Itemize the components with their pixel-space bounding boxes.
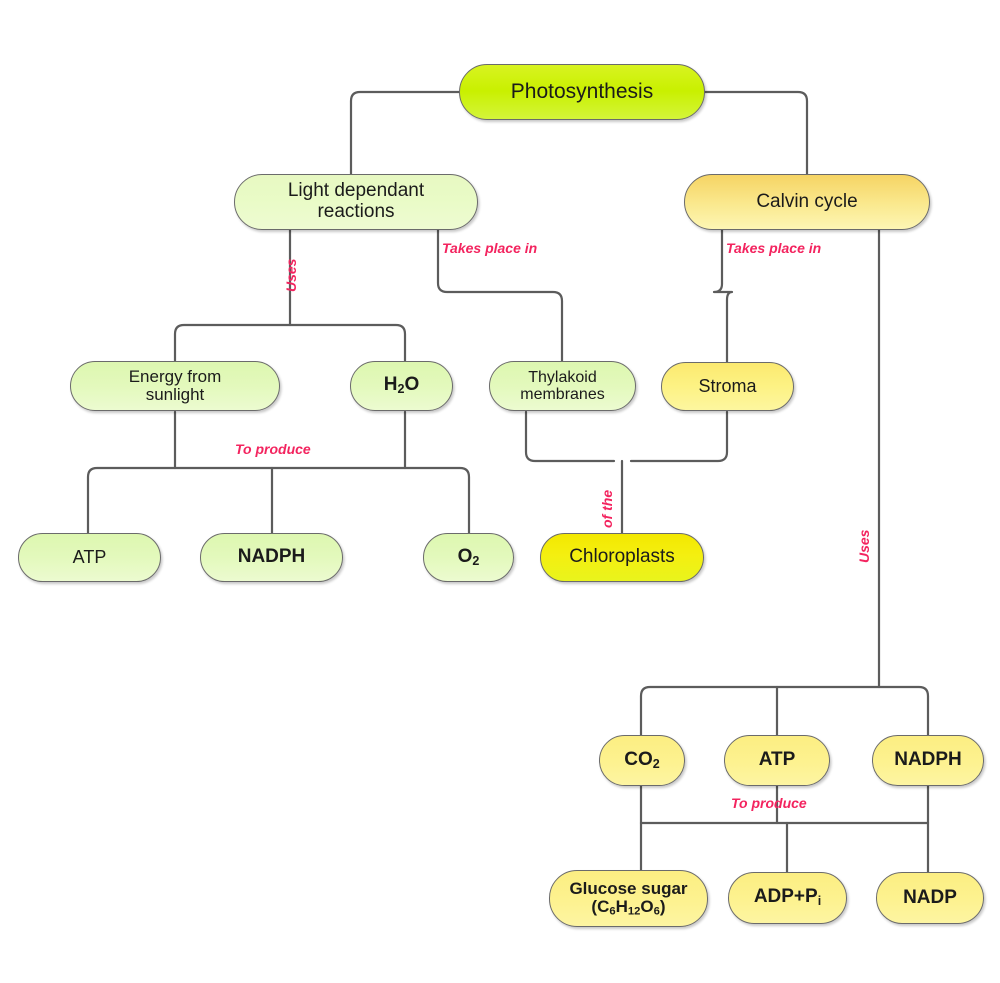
edge-stroma-chloro — [629, 410, 729, 463]
edge-light-fan — [173, 323, 407, 364]
node-o2[interactable]: O2 — [423, 533, 514, 582]
node-stroma-label: Stroma — [698, 375, 757, 396]
connector-lines — [86, 90, 930, 874]
edge-label-to-produce-right: To produce — [731, 795, 807, 811]
edge-photosynthesis-calvin — [702, 90, 809, 177]
node-nadph-right-label: NADPH — [894, 749, 962, 771]
edge-label-of-the: of the — [599, 489, 615, 528]
node-energy-from-sunlight-label: Energy from sunlight — [128, 366, 222, 404]
node-nadph-left-label: NADPH — [237, 546, 306, 568]
edge-label-to-produce-left: To produce — [235, 441, 311, 457]
edge-produce-bus-left — [86, 466, 471, 535]
edge-calvin-stroma-a — [718, 229, 731, 292]
node-light-dependant-reactions[interactable]: Light dependant reactions — [234, 174, 478, 230]
edge-photosynthesis-light — [349, 90, 461, 177]
node-adp-pi[interactable]: ADP+Pi — [728, 872, 847, 924]
node-h2o-label: H2O — [383, 374, 420, 397]
node-adp-pi-label: ADP+Pi — [753, 886, 822, 909]
node-thylakoid-membranes-label: Thylakoid membranes — [520, 368, 605, 403]
edge-label-takes-place-in-calvin: Takes place in — [726, 240, 822, 256]
node-atp-right-label: ATP — [758, 749, 796, 771]
node-energy-from-sunlight[interactable]: Energy from sunlight — [70, 361, 280, 411]
node-photosynthesis[interactable]: Photosynthesis — [459, 64, 705, 120]
node-chloroplasts-label: Chloroplasts — [569, 546, 675, 568]
node-h2o[interactable]: H2O — [350, 361, 453, 411]
node-stroma[interactable]: Stroma — [661, 362, 794, 411]
edge-label-takes-place-in-light: Takes place in — [442, 240, 538, 256]
node-co2[interactable]: CO2 — [599, 735, 685, 786]
edge-label-uses-right: Uses — [856, 529, 872, 563]
node-atp-left[interactable]: ATP — [18, 533, 161, 582]
node-calvin-cycle-label: Calvin cycle — [756, 190, 858, 212]
edge-calvin-products-bus — [639, 685, 930, 737]
node-nadp[interactable]: NADP — [876, 872, 984, 924]
node-glucose-sugar[interactable]: Glucose sugar (C6H12O6) — [549, 870, 708, 927]
node-nadph-right[interactable]: NADPH — [872, 735, 984, 786]
node-atp-left-label: ATP — [72, 546, 107, 567]
node-chloroplasts[interactable]: Chloroplasts — [540, 533, 704, 582]
node-atp-right[interactable]: ATP — [724, 735, 830, 786]
node-photosynthesis-label: Photosynthesis — [510, 79, 654, 103]
node-nadp-label: NADP — [903, 886, 957, 908]
node-glucose-sugar-label: Glucose sugar (C6H12O6) — [569, 878, 688, 918]
node-co2-label: CO2 — [624, 748, 660, 771]
node-calvin-cycle[interactable]: Calvin cycle — [684, 174, 930, 230]
node-thylakoid-membranes[interactable]: Thylakoid membranes — [489, 361, 636, 411]
edge-calvin-stroma-hidden — [607, 229, 722, 292]
edge-thylakoid-chloro — [524, 410, 616, 463]
edge-label-uses-left: Uses — [283, 258, 299, 292]
node-nadph-left[interactable]: NADPH — [200, 533, 343, 582]
node-o2-label: O2 — [457, 545, 480, 568]
node-light-dependant-reactions-label: Light dependant reactions — [287, 180, 425, 222]
concept-map-canvas: Photosynthesis Light dependant reactions… — [0, 0, 1000, 983]
